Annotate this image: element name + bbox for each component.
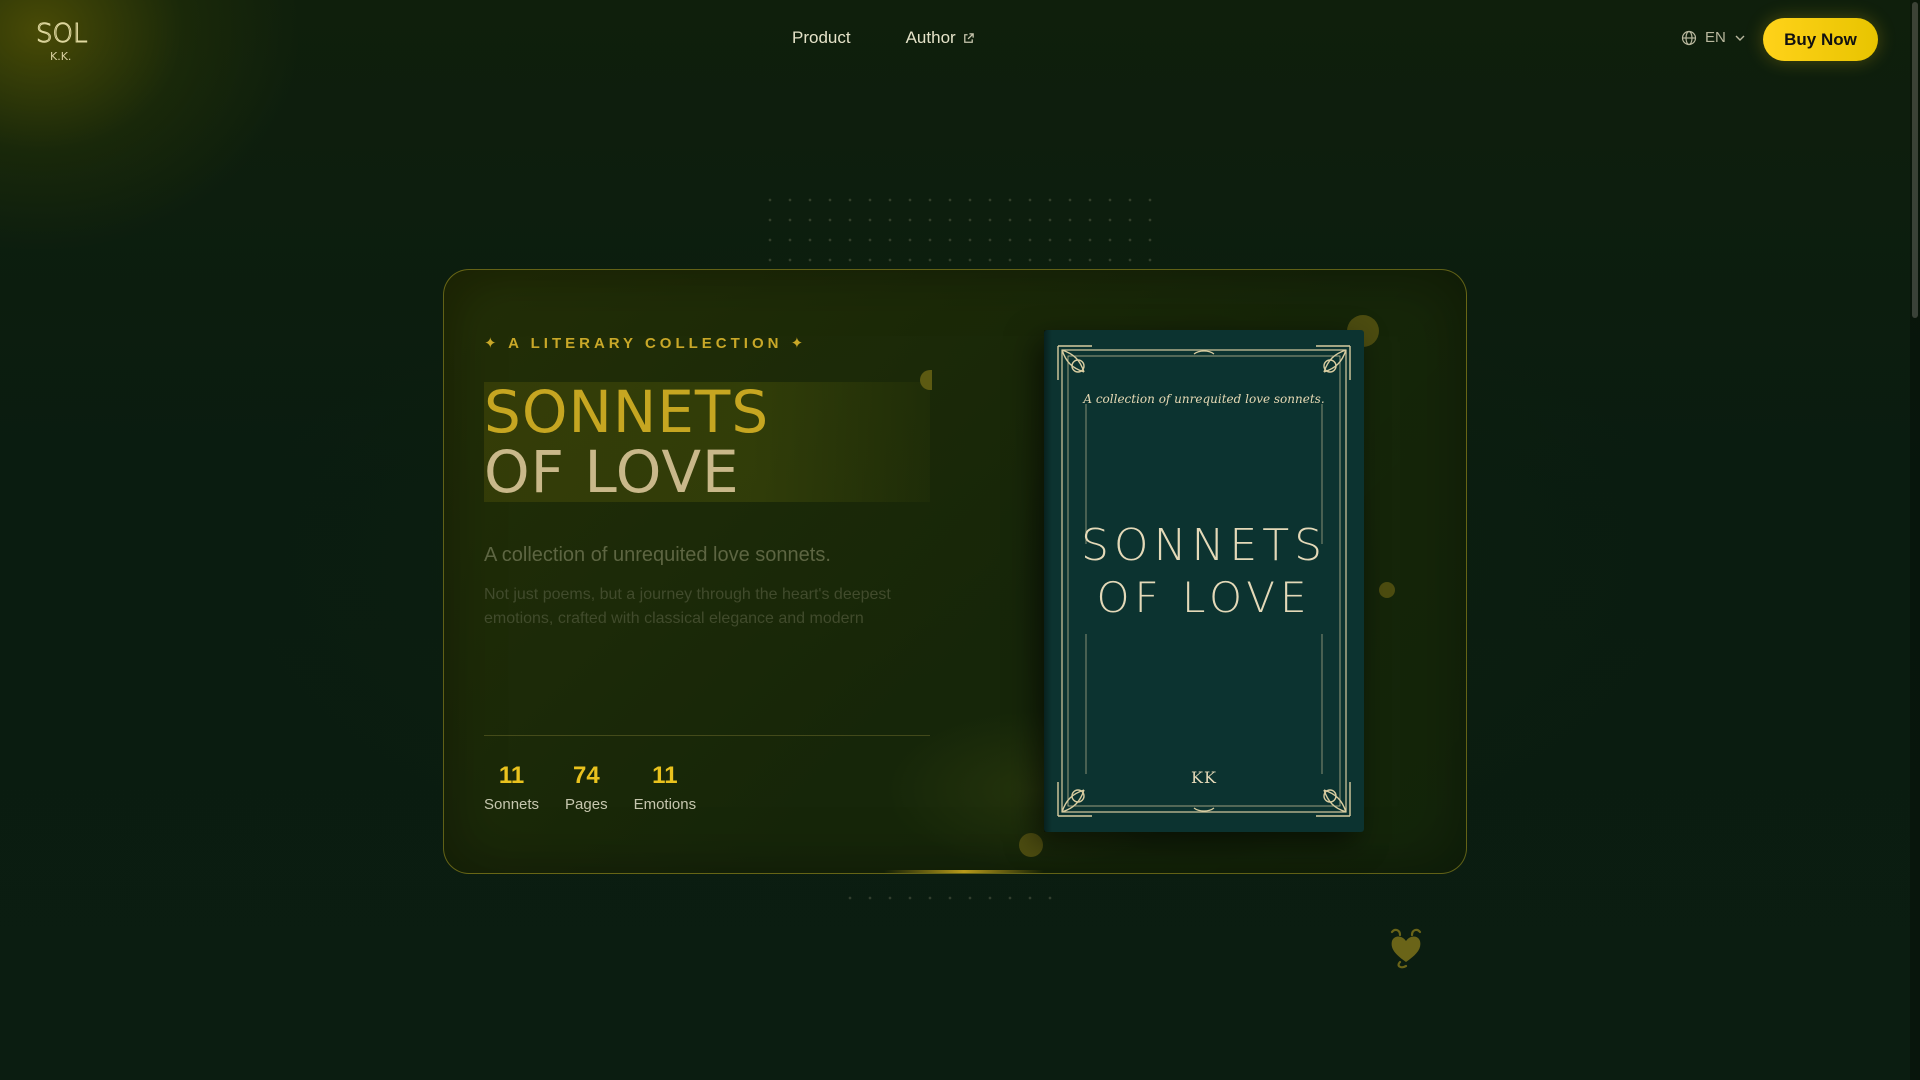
sol-logo[interactable]: SOL K.K. <box>36 16 90 64</box>
stat-sonnets-value: 11 <box>498 762 525 789</box>
corner-flourish-icon <box>1316 345 1351 380</box>
decorative-orb <box>1019 833 1043 857</box>
hero-title: SONNETS OF LOVE <box>484 382 930 502</box>
stat-pages-label: Pages <box>565 796 608 813</box>
nav-author-label: Author <box>905 28 956 47</box>
corner-flourish-icon <box>1316 782 1351 817</box>
stat-sonnets: 11 Sonnets <box>484 762 539 813</box>
scrollbar-thumb[interactable] <box>1912 2 1918 318</box>
stat-pages: 74 Pages <box>565 762 608 813</box>
book-tagline: A collection of unrequited love sonnets. <box>1083 392 1325 406</box>
hero-description: Not just poems, but a journey through th… <box>484 586 891 627</box>
corner-flourish-icon <box>1057 782 1092 817</box>
book-title-line-1: SONNETS <box>1081 520 1327 571</box>
decorative-orb <box>1379 582 1395 598</box>
stat-pages-value: 74 <box>572 762 600 789</box>
stat-emotions-label: Emotions <box>633 796 697 813</box>
hero-eyebrow: ✦ A LITERARY COLLECTION ✦ <box>484 335 808 352</box>
book-cover[interactable]: A collection of unrequited love sonnets.… <box>1044 330 1364 832</box>
nav-author-link[interactable]: Author <box>906 28 975 48</box>
buy-now-button[interactable]: Buy Now <box>1763 18 1878 61</box>
book-title: SONNETS OF LOVE <box>1044 520 1364 624</box>
main-nav: Product Author <box>792 28 975 48</box>
hero-title-line-2: OF LOVE <box>484 438 740 506</box>
heart-flourish-icon <box>1390 928 1422 969</box>
external-link-icon <box>963 32 974 43</box>
book-stats: 11 Sonnets 74 Pages 11 Emotions <box>484 762 696 813</box>
chevron-down-icon <box>1735 35 1745 41</box>
page-scrollbar[interactable] <box>1910 0 1920 1080</box>
language-selector[interactable]: EN <box>1681 29 1746 46</box>
logo-sub-text: K.K. <box>50 50 71 63</box>
corner-flourish-icon <box>1057 345 1092 380</box>
globe-icon <box>1681 30 1697 45</box>
stat-emotions: 11 Emotions <box>634 762 697 813</box>
nav-product-link[interactable]: Product <box>792 28 851 48</box>
hero-subtitle: A collection of unrequited love sonnets. <box>484 544 831 566</box>
language-value: EN <box>1705 29 1726 46</box>
stat-sonnets-label: Sonnets <box>484 796 540 813</box>
hero-title-line-1: SONNETS <box>484 378 770 446</box>
stat-emotions-value: 11 <box>652 762 678 789</box>
logo-main-text: SOL <box>36 19 87 49</box>
nav-product-label: Product <box>792 28 851 47</box>
stats-divider <box>484 735 930 736</box>
book-title-line-2: OF LOVE <box>1096 573 1312 622</box>
book-author: KK <box>1191 768 1217 787</box>
dot-grid-bottom <box>840 888 1060 910</box>
dot-grid-top <box>760 190 1160 270</box>
